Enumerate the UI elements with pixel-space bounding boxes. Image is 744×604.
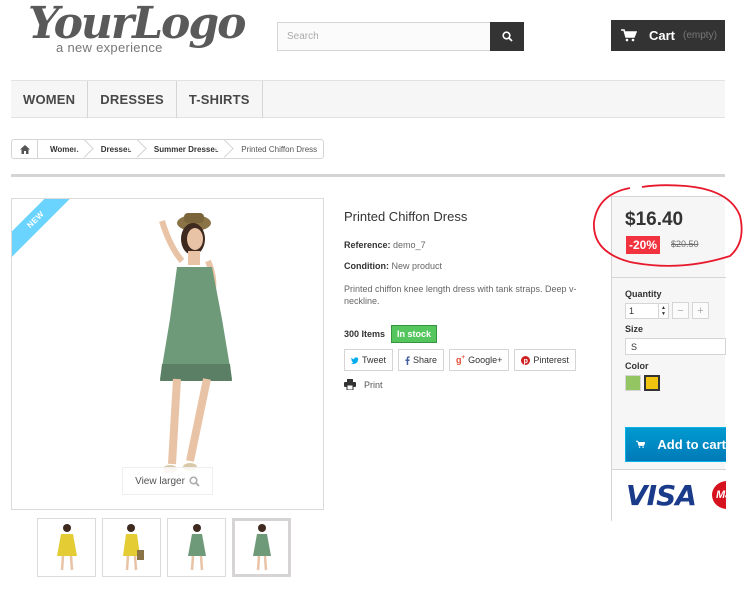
condition-label: Condition: (344, 261, 389, 271)
pinterest-button[interactable]: p Pinterest (514, 349, 576, 371)
add-to-cart-button[interactable]: Add to cart (625, 427, 726, 462)
pinterest-icon: p (521, 355, 531, 365)
product-title: Printed Chiffon Dress (344, 209, 468, 224)
reference-value: demo_7 (393, 240, 426, 250)
svg-text:p: p (524, 358, 528, 365)
facebook-icon (405, 355, 410, 365)
print-label: Print (364, 379, 383, 390)
twitter-icon (351, 356, 359, 364)
color-swatch-green[interactable] (625, 375, 641, 391)
search-button[interactable] (490, 22, 524, 51)
shopping-cart-icon (636, 440, 646, 448)
product-description: Printed chiffon knee length dress with t… (344, 284, 577, 306)
quantity-spinner[interactable]: ▲ ▼ (659, 302, 669, 319)
add-to-cart-label: Add to cart (657, 437, 726, 452)
size-select[interactable]: S (625, 338, 726, 355)
thumbnail-2[interactable] (102, 518, 161, 577)
breadcrumb-home[interactable] (12, 140, 38, 158)
mastercard-text: Ma (716, 489, 726, 501)
menu-item-women[interactable]: WOMEN (11, 81, 89, 118)
search-input[interactable] (278, 23, 490, 50)
reference-label: Reference: (344, 240, 391, 250)
share-label: Share (413, 355, 438, 365)
size-label: Size (625, 324, 644, 334)
google-plus-icon: g+ (456, 355, 466, 365)
quantity-increase-button[interactable]: + (692, 302, 709, 319)
model-photo (159, 213, 232, 473)
logo-tagline: a new experience (56, 40, 163, 55)
price-box: $16.40 -20% $20.50 Quantity 1 ▲ ▼ − + Siz… (611, 196, 726, 522)
thumbnail-image (252, 523, 271, 570)
share-buttons: Tweet Share g+ Google+ p Pinterest (344, 349, 594, 371)
thumbnail-image (56, 523, 77, 570)
shopping-cart-icon (621, 29, 637, 42)
reduction-badge: -20% (626, 236, 661, 254)
quantity-row: 1 ▲ ▼ − + (625, 302, 726, 319)
payment-logos: VISA Ma (612, 469, 726, 522)
google-plus-label: Google+ (468, 355, 503, 365)
google-plus-button[interactable]: g+ Google+ (449, 349, 510, 371)
condition-row: Condition: New product (344, 261, 594, 271)
search-icon (501, 31, 513, 42)
old-price: $20.50 (671, 239, 699, 249)
quantity-available: 300 Items (344, 329, 386, 339)
price-separator (612, 277, 726, 278)
main-menu: WOMEN DRESSES T-SHIRTS (11, 80, 725, 118)
section-divider (11, 174, 725, 177)
site-logo[interactable]: YourLogo a new experience (28, 0, 247, 56)
cart-label: Cart (649, 28, 676, 43)
menu-item-dresses[interactable]: DRESSES (88, 81, 177, 118)
cart-status: (empty) (683, 30, 717, 41)
purchase-options: Quantity 1 ▲ ▼ − + Size S Color (625, 289, 726, 391)
view-larger-button[interactable]: View larger (122, 467, 213, 495)
quantity-label: Quantity (625, 289, 662, 299)
thumbnail-3[interactable] (167, 518, 226, 577)
reference-row: Reference: demo_7 (344, 240, 594, 250)
thumbnail-1[interactable] (37, 518, 96, 577)
menu-item-tshirts[interactable]: T-SHIRTS (177, 81, 263, 118)
cart-button[interactable]: Cart (empty) (611, 20, 725, 51)
stock-badge: In stock (391, 325, 438, 343)
product-main-image[interactable]: NEW (11, 198, 324, 510)
thumbnail-4[interactable] (232, 518, 291, 577)
breadcrumb-women[interactable]: Women (38, 140, 89, 158)
quantity-decrease-button[interactable]: − (672, 302, 689, 319)
thumbnail-list (37, 518, 291, 577)
quantity-input[interactable]: 1 (625, 302, 659, 319)
print-icon (344, 379, 356, 390)
color-swatch-yellow[interactable] (644, 375, 660, 391)
visa-logo: VISA (626, 479, 697, 512)
print-link[interactable]: Print (344, 379, 594, 390)
breadcrumb-dresses[interactable]: Dresses (89, 140, 142, 158)
color-label: Color (625, 361, 649, 371)
pinterest-label: Pinterest (533, 355, 569, 365)
home-icon (19, 144, 30, 154)
breadcrumb-summer-dresses[interactable]: Summer Dresses (142, 140, 229, 158)
color-swatches (625, 375, 726, 391)
breadcrumb: Women Dresses Summer Dresses Printed Chi… (11, 139, 325, 159)
thumbnail-image (187, 523, 206, 570)
view-larger-label: View larger (135, 475, 185, 487)
condition-value: New product (391, 261, 443, 271)
tweet-button[interactable]: Tweet (344, 349, 394, 371)
stock-row: 300 Items In stock (344, 325, 594, 343)
product-info: Printed Chiffon Dress Reference: demo_7 … (344, 209, 594, 390)
thumbnail-image (122, 523, 144, 570)
search-box (277, 22, 524, 51)
facebook-share-button[interactable]: Share (398, 349, 445, 371)
zoom-icon (189, 475, 200, 487)
tweet-label: Tweet (362, 355, 387, 365)
breadcrumb-current: Printed Chiffon Dress (241, 144, 318, 154)
current-price: $16.40 (625, 209, 684, 230)
